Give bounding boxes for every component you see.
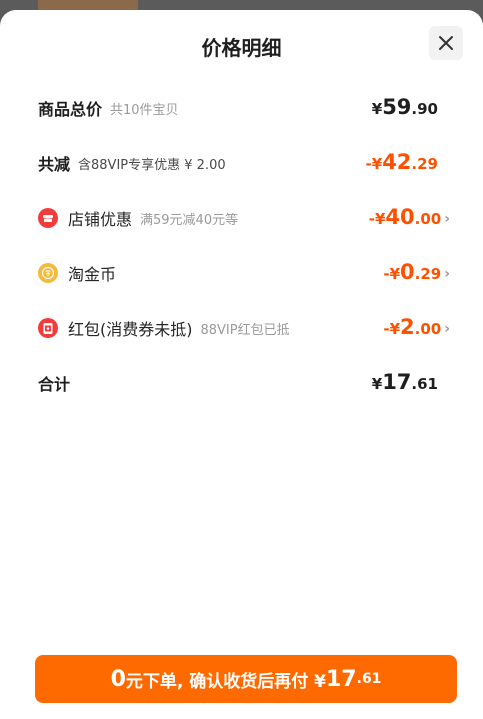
store-discount-note: 满59元减40元等 (140, 212, 239, 228)
subtotal-currency: ¥ (371, 100, 383, 118)
total-row: 合计 ¥ 17 .61 (38, 368, 450, 398)
total-currency: ¥ (371, 375, 383, 393)
red-packet-icon (38, 318, 58, 338)
store-icon (38, 208, 58, 228)
store-discount-currency: -¥ (368, 210, 386, 228)
place-order-button[interactable]: 0 元下单, 确认收货后再付 ¥ 17 .61 (35, 655, 457, 703)
cta-text: 元下单, 确认收货后再付 ¥ (125, 671, 326, 692)
subtotal-integer: 59 (382, 95, 412, 119)
total-amount: ¥ 17 .61 (372, 368, 438, 398)
store-discount-row[interactable]: 店铺优惠 满59元减40元等 -¥ 40 .00 › (38, 203, 450, 233)
reduction-currency: -¥ (365, 155, 383, 173)
store-discount-label: 店铺优惠 (68, 210, 133, 229)
reduction-note: 含88VIP专享优惠 ¥ 2.00 (78, 157, 226, 173)
subtotal-label: 商品总价 (38, 100, 103, 119)
red-packet-row[interactable]: 红包(消费券未抵) 88VIP红包已抵 -¥ 2 .00 › (38, 313, 450, 343)
close-icon (439, 36, 453, 50)
cta-prefix-number: 0 (110, 666, 126, 692)
red-packet-integer: 2 (400, 315, 415, 339)
coin-currency: -¥ (383, 265, 401, 283)
close-button[interactable] (429, 26, 463, 60)
red-packet-label: 红包(消费券未抵) (68, 320, 193, 339)
red-packet-note: 88VIP红包已抵 (200, 322, 290, 338)
price-detail-sheet: 价格明细 商品总价 共10件宝贝 ¥ 59 .90 共减 含88VIP专享优惠 … (0, 10, 483, 719)
store-discount-amount: -¥ 40 .00 › (369, 203, 450, 233)
coin-icon (38, 263, 58, 283)
cta-integer: 17 (326, 666, 357, 692)
total-label: 合计 (38, 375, 71, 394)
subtotal-row: 商品总价 共10件宝贝 ¥ 59 .90 (38, 93, 450, 123)
store-discount-integer: 40 (385, 205, 415, 229)
red-packet-amount: -¥ 2 .00 › (383, 313, 450, 343)
reduction-decimal: .29 (411, 155, 438, 173)
red-packet-currency: -¥ (383, 320, 401, 338)
sheet-title: 价格明细 (201, 36, 282, 60)
total-decimal: .61 (411, 375, 438, 393)
coin-integer: 0 (400, 260, 415, 284)
chevron-right-icon: › (444, 321, 450, 337)
subtotal-note: 共10件宝贝 (110, 102, 179, 118)
red-packet-decimal: .00 (414, 320, 442, 338)
subtotal-amount: ¥ 59 .90 (372, 93, 438, 123)
reduction-row: 共减 含88VIP专享优惠 ¥ 2.00 -¥ 42 .29 (38, 148, 450, 178)
coin-label: 淘金币 (68, 265, 117, 284)
subtotal-decimal: .90 (411, 100, 438, 118)
cta-decimal: .61 (356, 671, 382, 687)
total-integer: 17 (382, 370, 412, 394)
store-discount-decimal: .00 (414, 210, 442, 228)
coin-row[interactable]: 淘金币 -¥ 0 .29 › (38, 258, 450, 288)
coin-amount: -¥ 0 .29 › (383, 258, 450, 288)
reduction-amount: -¥ 42 .29 (366, 148, 438, 178)
coin-decimal: .29 (414, 265, 442, 283)
chevron-right-icon: › (444, 211, 450, 227)
reduction-label: 共减 (38, 155, 71, 174)
reduction-integer: 42 (382, 150, 412, 174)
chevron-right-icon: › (444, 266, 450, 282)
